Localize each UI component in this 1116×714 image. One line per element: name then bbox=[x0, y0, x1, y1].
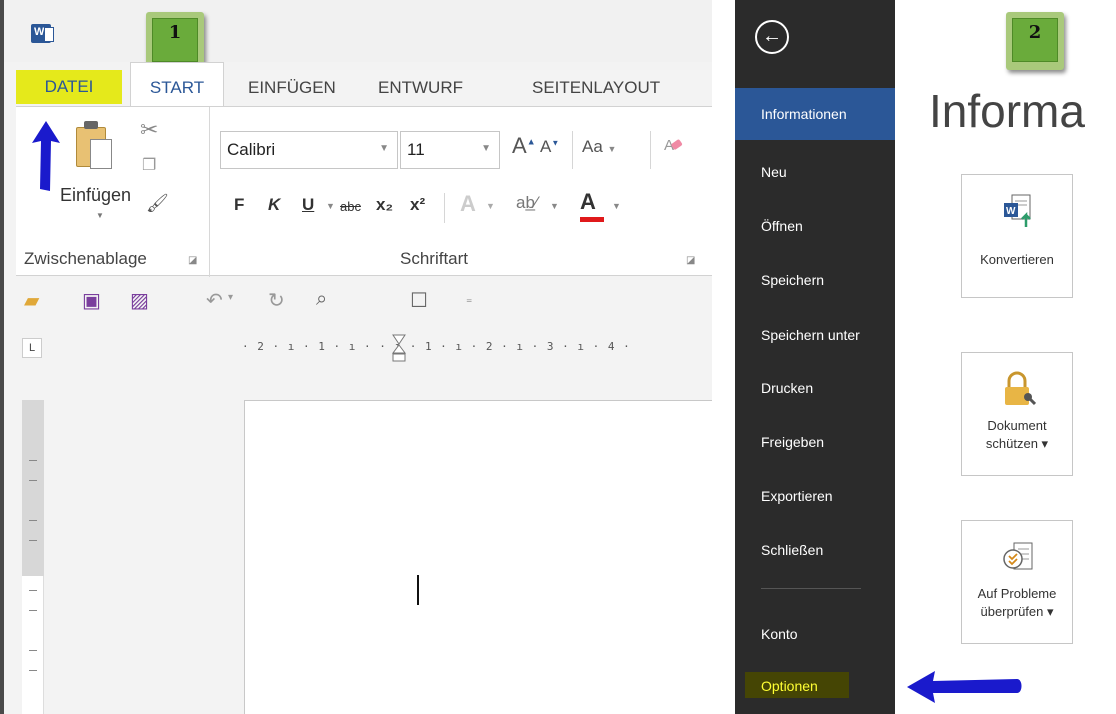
font-size-combobox[interactable]: 11 ▼ bbox=[400, 131, 500, 169]
new-note-icon[interactable]: ☐ bbox=[410, 288, 428, 313]
strikethrough-button[interactable]: abc bbox=[340, 199, 361, 214]
subscript-button[interactable]: x₂ bbox=[376, 195, 393, 215]
text-cursor bbox=[417, 575, 419, 605]
nav-item-freigeben[interactable]: Freigeben bbox=[735, 416, 895, 468]
nav-item-informationen[interactable]: Informationen bbox=[735, 88, 895, 140]
chevron-down-icon[interactable]: ▼ bbox=[379, 143, 389, 154]
nav-item-speichern-unter[interactable]: Speichern unter bbox=[735, 309, 895, 361]
ruler-area: L · 2 · ı · 1 · ı · · ı · 1 · ı · 2 · ı … bbox=[16, 322, 712, 370]
clipboard-dialog-launcher-icon[interactable]: ◪ bbox=[188, 255, 197, 266]
ribbon-tab-bar: DATEI START EINFÜGEN ENTWURF SEITENLAYOU… bbox=[16, 62, 712, 106]
cut-icon[interactable]: ✂ bbox=[140, 117, 158, 143]
check-issues-label-line2: überprüfen ▾ bbox=[980, 604, 1054, 619]
shrink-font-icon[interactable]: A▼ bbox=[540, 137, 559, 157]
protect-label-line1: Dokument bbox=[987, 418, 1047, 433]
font-size-value: 11 bbox=[407, 140, 425, 159]
quick-access-toolbar: ▰ ▣ ▨ ↶ ▾ ↻ ⌕ ☐ ₌ bbox=[16, 278, 712, 320]
word-app-icon: W bbox=[31, 24, 54, 43]
change-case-label: Aa bbox=[582, 137, 603, 156]
clipboard-group-label: Zwischenablage bbox=[24, 249, 147, 268]
title-bar: W bbox=[4, 0, 712, 62]
print-preview-icon[interactable]: ⌕ bbox=[316, 288, 327, 311]
backstage-navigation: ← Informationen Neu Öffnen Speichern Spe… bbox=[735, 0, 895, 714]
highlight-color-icon[interactable]: ab̲⁄ bbox=[516, 193, 538, 213]
ribbon: Einfügen ▼ ✂ ❐ 🖌 Zwischenablage ◪ Calibr… bbox=[16, 106, 712, 277]
redo-icon[interactable]: ↻ bbox=[268, 288, 285, 313]
page-title: Informa bbox=[929, 85, 1085, 137]
convert-button[interactable]: W Konvertieren bbox=[961, 174, 1073, 298]
clear-formatting-icon[interactable]: A bbox=[664, 135, 684, 155]
chevron-down-icon[interactable]: ▼ bbox=[481, 143, 491, 154]
chevron-down-icon[interactable]: ▼ bbox=[612, 201, 621, 211]
horizontal-ruler[interactable]: · 2 · ı · 1 · ı · · ı · 1 · ı · 2 · ı · … bbox=[242, 340, 712, 356]
underline-button[interactable]: U bbox=[302, 195, 314, 215]
lock-key-icon bbox=[1005, 371, 1036, 406]
backstage-content: Informa W Konvertieren Dokument schützen… bbox=[895, 0, 1116, 714]
svg-text:W: W bbox=[1006, 206, 1016, 217]
paste-icon[interactable] bbox=[76, 121, 112, 171]
tab-datei[interactable]: DATEI bbox=[16, 70, 122, 104]
font-group-label: Schriftart bbox=[400, 249, 469, 268]
convert-document-icon: W bbox=[1004, 194, 1031, 227]
annotation-arrow-left-icon bbox=[907, 671, 1022, 703]
chevron-down-icon[interactable]: ▼ bbox=[550, 201, 559, 211]
step-number-1: 1 bbox=[168, 22, 182, 43]
step-number-2: 2 bbox=[1028, 22, 1042, 43]
customize-toolbar-icon[interactable]: ₌ bbox=[466, 292, 472, 306]
check-issues-label-line1: Auf Probleme bbox=[977, 586, 1057, 601]
font-color-button[interactable]: A bbox=[580, 189, 596, 215]
chevron-down-icon[interactable]: ▼ bbox=[326, 201, 335, 211]
font-dialog-launcher-icon[interactable]: ◪ bbox=[686, 255, 695, 266]
format-painter-icon[interactable]: 🖌 bbox=[146, 193, 169, 214]
tab-einfuegen[interactable]: EINFÜGEN bbox=[248, 72, 336, 104]
inspect-document-icon bbox=[1003, 542, 1033, 570]
tab-start[interactable]: START bbox=[130, 62, 224, 106]
bold-button[interactable]: F bbox=[234, 195, 244, 215]
step-callout-2: 2 bbox=[1006, 12, 1064, 70]
change-case-button[interactable]: Aa ▼ bbox=[582, 137, 616, 157]
document-page[interactable] bbox=[244, 400, 712, 714]
nav-item-schliessen[interactable]: Schließen bbox=[735, 524, 895, 576]
tab-stop-selector[interactable]: L bbox=[22, 338, 42, 358]
paste-dropdown-icon[interactable]: ▼ bbox=[96, 211, 104, 220]
vertical-ruler[interactable] bbox=[22, 400, 44, 714]
protect-document-button[interactable]: Dokument schützen ▾ bbox=[961, 352, 1073, 476]
chevron-down-icon[interactable]: ▾ bbox=[228, 292, 233, 303]
nav-item-neu[interactable]: Neu bbox=[735, 146, 895, 198]
tab-seitenlayout[interactable]: SEITENLAYOUT bbox=[532, 72, 660, 104]
nav-item-drucken[interactable]: Drucken bbox=[735, 362, 895, 414]
nav-divider bbox=[761, 588, 861, 589]
font-name-value: Calibri bbox=[227, 140, 276, 159]
save-icon[interactable]: ▣ bbox=[82, 288, 101, 313]
superscript-button[interactable]: x² bbox=[410, 195, 425, 215]
grow-font-icon[interactable]: A▲ bbox=[512, 133, 536, 159]
font-name-combobox[interactable]: Calibri ▼ bbox=[220, 131, 398, 169]
convert-label: Konvertieren bbox=[980, 252, 1054, 267]
nav-item-exportieren[interactable]: Exportieren bbox=[735, 470, 895, 522]
nav-item-optionen[interactable]: Optionen bbox=[735, 660, 895, 712]
check-issues-button[interactable]: Auf Probleme überprüfen ▾ bbox=[961, 520, 1073, 644]
back-arrow-icon[interactable]: ← bbox=[755, 20, 789, 54]
undo-icon[interactable]: ↶ bbox=[206, 288, 223, 313]
nav-item-konto[interactable]: Konto bbox=[735, 608, 895, 660]
open-folder-icon[interactable]: ▰ bbox=[24, 288, 39, 313]
tab-entwurf[interactable]: ENTWURF bbox=[378, 72, 463, 104]
nav-item-oeffnen[interactable]: Öffnen bbox=[735, 200, 895, 252]
save-as-icon[interactable]: ▨ bbox=[130, 288, 149, 313]
indent-marker-icon[interactable] bbox=[392, 334, 406, 362]
copy-icon[interactable]: ❐ bbox=[142, 155, 156, 175]
text-effects-button[interactable]: A bbox=[460, 191, 476, 217]
nav-item-speichern[interactable]: Speichern bbox=[735, 254, 895, 306]
italic-button[interactable]: K bbox=[268, 195, 280, 215]
clipboard-group: Einfügen ▼ ✂ ❐ 🖌 Zwischenablage ◪ bbox=[16, 107, 210, 277]
word-window: W 1 DATEI START EINFÜGEN ENTWURF SEITENL… bbox=[0, 0, 712, 714]
paste-button-label[interactable]: Einfügen bbox=[60, 185, 131, 206]
font-color-swatch bbox=[580, 217, 604, 222]
protect-label-line2: schützen ▾ bbox=[985, 436, 1049, 451]
font-group: Calibri ▼ 11 ▼ A▲ A▼ Aa ▼ A F K U ▼ abc … bbox=[210, 107, 712, 277]
chevron-down-icon[interactable]: ▼ bbox=[486, 201, 495, 211]
